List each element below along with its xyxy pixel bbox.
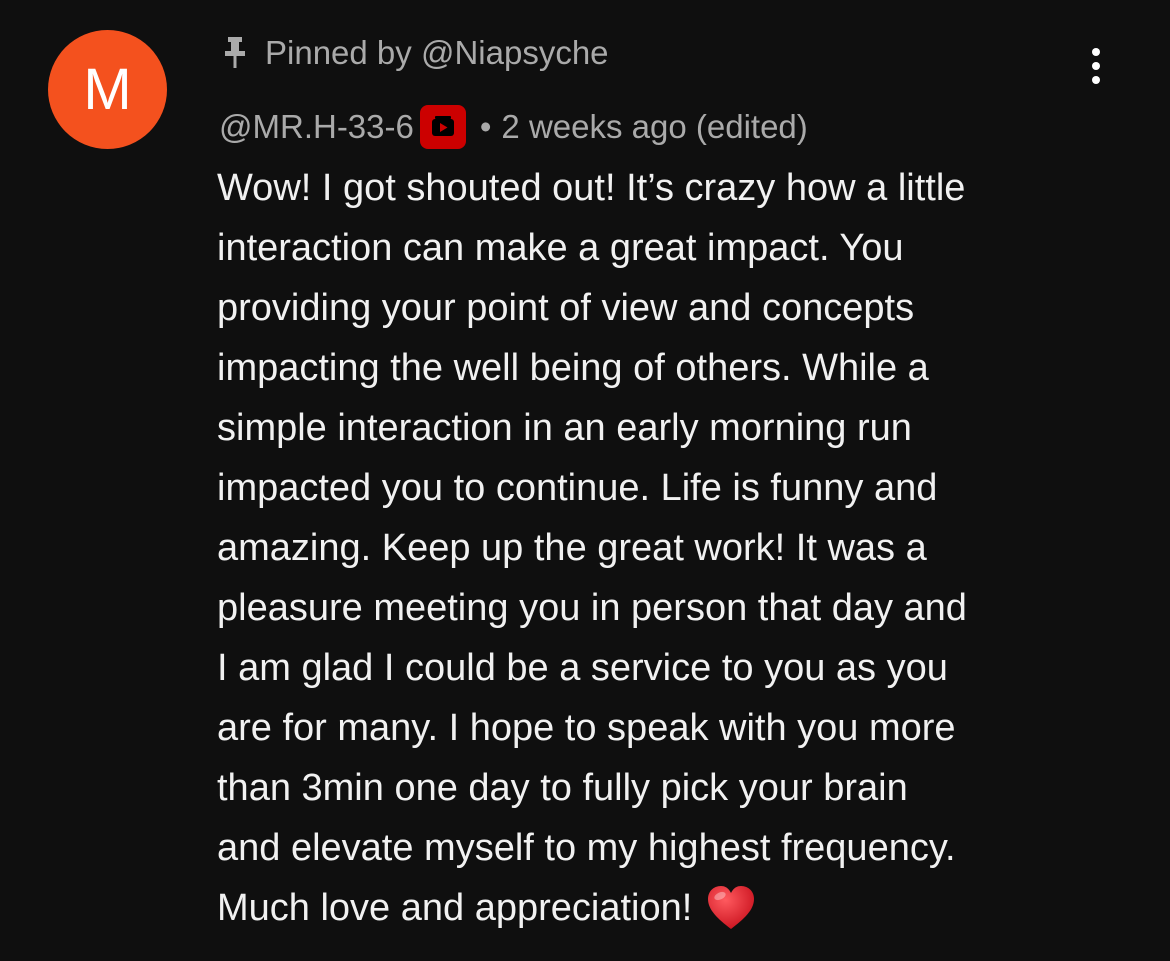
pin-icon [221, 35, 249, 71]
comment-line: impacted you to continue. Life is funny … [217, 467, 938, 509]
pinned-by-text: Pinned by @Niapsyche [265, 34, 609, 71]
comment-meta: @MR.H-33-6 • 2 weeks ago (edited) [219, 104, 808, 150]
avatar-initial: M [83, 56, 132, 122]
comment-line: I am glad I could be a service to you as… [217, 647, 948, 689]
avatar[interactable]: M [48, 30, 167, 149]
author-handle[interactable]: @MR.H-33-6 [219, 108, 414, 146]
comment-line: and elevate myself to my highest frequen… [217, 827, 956, 869]
comment-line: simple interaction in an early morning r… [217, 407, 912, 449]
comment-line: than 3min one day to fully pick your bra… [217, 767, 908, 809]
comment-line: providing your point of view and concept… [217, 287, 915, 329]
comment-line: Wow! I got shouted out! It’s crazy how a… [217, 167, 966, 209]
meta-separator: • [479, 108, 492, 145]
member-badge-icon [419, 105, 466, 149]
comment-body: Wow! I got shouted out! It’s crazy how a… [217, 158, 1127, 938]
comment-timestamp[interactable]: 2 weeks ago (edited) [501, 108, 807, 146]
comment-last-line: Much love and appreciation! [217, 878, 1127, 938]
comment-line: Much love and appreciation! [217, 887, 693, 929]
comment-line: interaction can make a great impact. You [217, 227, 904, 269]
more-vertical-icon[interactable] [1074, 40, 1118, 92]
comment-line: amazing. Keep up the great work! It was … [217, 527, 927, 569]
pinned-comment: M Pinned by @Niapsyche @MR.H-33-6 • 2 we… [0, 0, 1170, 961]
comment-line: pleasure meeting you in person that day … [217, 587, 967, 629]
pinned-label: Pinned by @Niapsyche [221, 32, 609, 74]
heart-emoji-icon [706, 884, 756, 932]
comment-line: impacting the well being of others. Whil… [217, 347, 929, 389]
comment-line: are for many. I hope to speak with you m… [217, 707, 956, 749]
